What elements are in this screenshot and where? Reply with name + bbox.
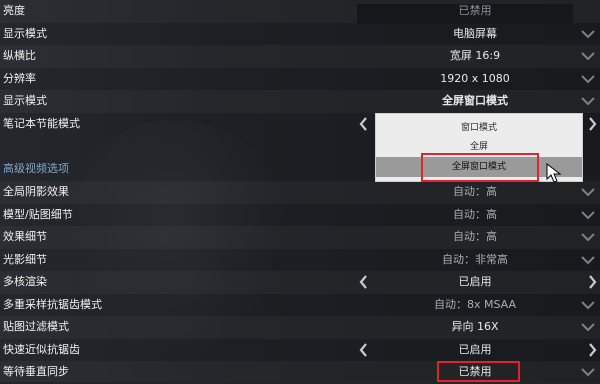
- setting-row-brightness: 亮度 已禁用: [0, 0, 600, 24]
- chevron-right-icon[interactable]: [586, 116, 598, 132]
- chevron-down-icon[interactable]: [580, 299, 596, 311]
- chevron-down-icon[interactable]: [580, 254, 596, 266]
- setting-value[interactable]: 自动：非常高: [375, 252, 575, 268]
- setting-value[interactable]: 自动：高: [375, 229, 575, 245]
- chevron-down-icon[interactable]: [580, 73, 596, 85]
- setting-row-shader-detail[interactable]: 光影细节 自动：非常高: [0, 249, 600, 272]
- setting-row-fxaa[interactable]: 快速近似抗锯齿 已启用: [0, 339, 600, 362]
- highlight-box: [437, 361, 520, 382]
- setting-value: 已启用: [458, 342, 492, 356]
- setting-label: 多重采样抗锯齿模式: [3, 297, 102, 311]
- chevron-down-icon[interactable]: [580, 321, 596, 333]
- highlight-box: [421, 153, 539, 182]
- mouse-cursor-icon: [546, 163, 562, 183]
- setting-row-multicore[interactable]: 多核渲染 已启用: [0, 271, 600, 294]
- setting-label: 分辨率: [3, 71, 36, 85]
- setting-row-effect-detail[interactable]: 效果细节 自动：高: [0, 226, 600, 249]
- chevron-right-icon[interactable]: [586, 274, 598, 290]
- section-title: 高级视频选项: [3, 162, 69, 175]
- setting-label: 显示模式: [3, 94, 47, 107]
- setting-value[interactable]: 异向 16X: [375, 319, 575, 335]
- setting-row-display-mode-2[interactable]: 显示模式 全屏窗口模式: [0, 90, 600, 113]
- chevron-left-icon[interactable]: [358, 116, 370, 132]
- chevron-down-icon[interactable]: [580, 231, 596, 243]
- chevron-down-icon[interactable]: [580, 366, 596, 378]
- setting-value[interactable]: 宽屏 16:9: [375, 48, 575, 64]
- setting-value: 已启用: [458, 275, 492, 288]
- setting-value[interactable]: 电脑屏幕: [375, 26, 575, 42]
- setting-label: 显示模式: [3, 26, 47, 40]
- dropdown-option-windowed[interactable]: 窗口模式: [376, 118, 582, 138]
- chevron-down-icon[interactable]: [580, 95, 596, 107]
- setting-label: 贴图过滤模式: [3, 320, 69, 333]
- setting-value[interactable]: 全屏窗口模式: [375, 93, 575, 109]
- setting-row-model-texture[interactable]: 模型/贴图细节 自动：高: [0, 204, 600, 227]
- setting-label: 模型/贴图细节: [3, 207, 73, 221]
- chevron-right-icon[interactable]: [586, 342, 598, 358]
- chevron-down-icon[interactable]: [580, 209, 596, 221]
- setting-row-aspect-ratio[interactable]: 纵横比 宽屏 16:9: [0, 45, 600, 68]
- setting-value[interactable]: 1920 x 1080: [375, 71, 575, 87]
- setting-value[interactable]: 自动：高: [375, 207, 575, 223]
- chevron-down-icon[interactable]: [580, 28, 596, 40]
- setting-value: 已禁用: [458, 4, 492, 17]
- chevron-down-icon[interactable]: [580, 50, 596, 62]
- setting-row-resolution[interactable]: 分辨率 1920 x 1080: [0, 68, 600, 91]
- setting-row-global-shadow[interactable]: 全局阴影效果 自动：高: [0, 181, 600, 204]
- setting-label: 等待垂直同步: [3, 365, 69, 378]
- setting-label: 多核渲染: [3, 275, 47, 288]
- setting-value[interactable]: 自动：高: [375, 184, 575, 200]
- setting-label: 光影细节: [3, 252, 47, 266]
- chevron-down-icon[interactable]: [580, 186, 596, 198]
- setting-label: 纵横比: [3, 49, 36, 62]
- setting-row-msaa[interactable]: 多重采样抗锯齿模式 自动：8x MSAA: [0, 294, 600, 317]
- setting-label: 全局阴影效果: [3, 185, 69, 198]
- setting-value[interactable]: 自动：8x MSAA: [375, 297, 575, 313]
- setting-label: 快速近似抗锯齿: [3, 342, 80, 356]
- setting-row-display-mode[interactable]: 显示模式 电脑屏幕: [0, 23, 600, 46]
- setting-row-texture-filter[interactable]: 贴图过滤模式 异向 16X: [0, 316, 600, 339]
- setting-label: 效果细节: [3, 230, 47, 243]
- setting-label: 笔记本节能模式: [3, 117, 80, 130]
- chevron-left-icon[interactable]: [358, 342, 370, 358]
- chevron-left-icon[interactable]: [358, 274, 370, 290]
- setting-label: 亮度: [3, 4, 25, 17]
